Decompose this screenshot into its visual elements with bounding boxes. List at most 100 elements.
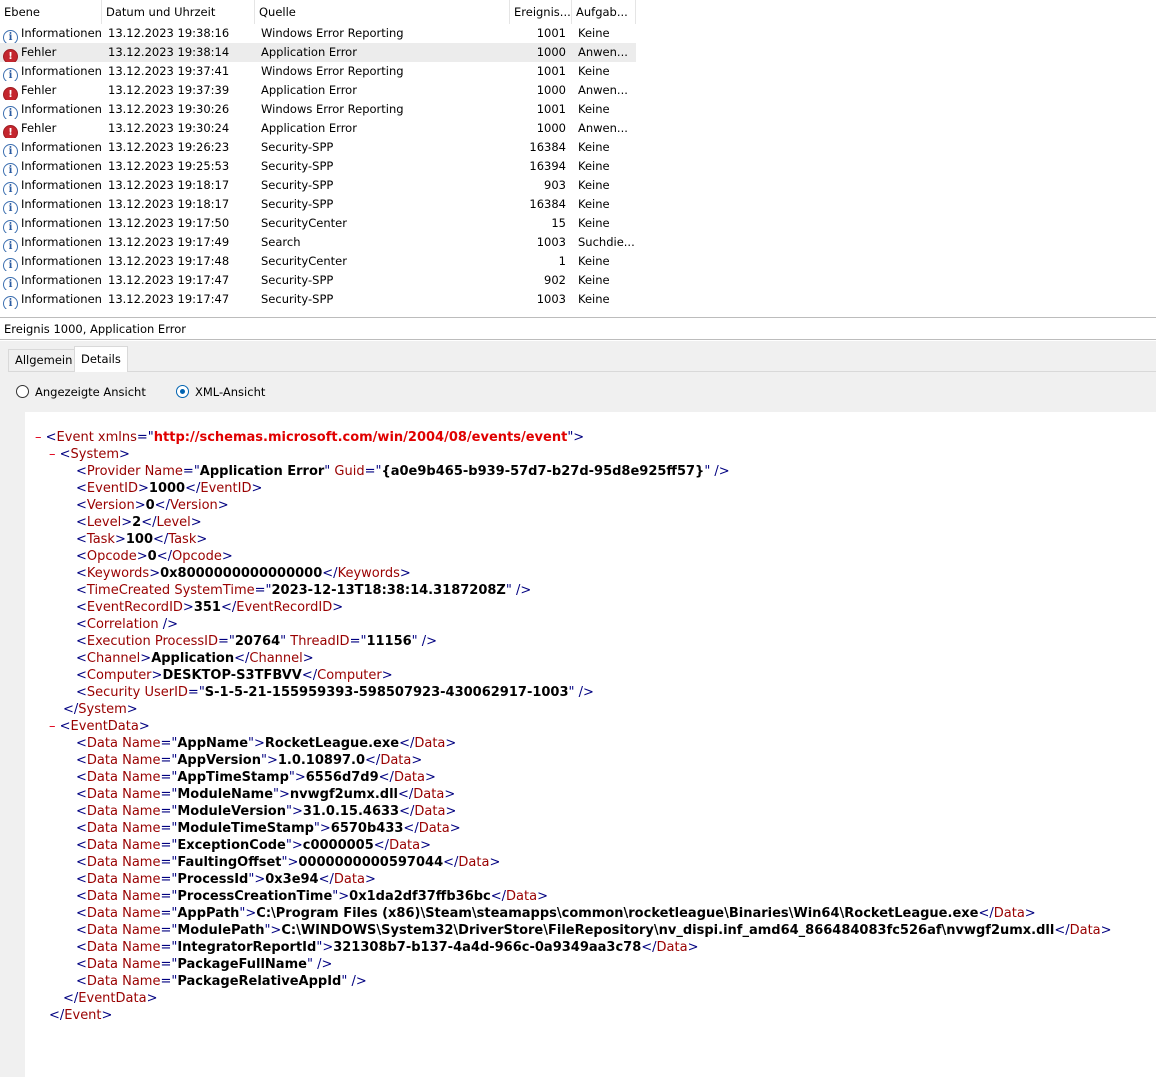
column-header-date[interactable]: Datum und Uhrzeit — [102, 0, 255, 24]
xml-token: < — [76, 515, 87, 530]
xml-token: EventID — [200, 481, 252, 496]
level-cell: i Informationen — [3, 24, 103, 43]
xml-token: > — [114, 532, 126, 547]
level-cell: i Informationen — [3, 252, 103, 271]
xml-token: </ — [234, 651, 250, 666]
table-row[interactable]: i Informationen 13.12.2023 19:26:23 Securit… — [0, 138, 636, 157]
event-id-cell: 16384 — [529, 197, 566, 211]
collapse-toggle-icon[interactable]: – — [49, 447, 60, 462]
xml-token: "> — [332, 889, 350, 904]
event-id-cell: 1 — [558, 254, 566, 268]
source-cell: Security-SPP — [261, 159, 334, 173]
event-list[interactable]: Ebene Datum und Uhrzeit Quelle Ereignis.… — [0, 0, 1156, 314]
date-cell: 13.12.2023 19:25:53 — [108, 159, 230, 173]
collapse-toggle-icon[interactable]: – — [35, 430, 46, 445]
xml-token: </ — [154, 498, 170, 513]
table-row[interactable]: ! Fehler 13.12.2023 19:30:24 Application Er… — [0, 119, 636, 138]
event-id-cell: 902 — [544, 273, 566, 287]
xml-token: Name — [122, 855, 161, 870]
table-row[interactable]: i Informationen 13.12.2023 19:37:41 Windows… — [0, 62, 636, 81]
date-cell: 13.12.2023 19:38:16 — [108, 26, 230, 40]
xml-line: <Data Name="AppName">RocketLeague.exe</D… — [76, 735, 456, 752]
table-row[interactable]: i Informationen 13.12.2023 19:30:26 Windows… — [0, 100, 636, 119]
xml-text-value: 100 — [125, 532, 154, 547]
xml-token: Opcode — [86, 549, 137, 564]
xml-token: "> — [316, 940, 334, 955]
collapse-toggle-icon[interactable]: – — [49, 719, 60, 734]
xml-view[interactable]: – <Event xmlns="http://schemas.microsoft… — [25, 412, 1156, 1077]
column-header-task[interactable]: Aufgab... — [572, 0, 636, 24]
table-row[interactable]: i Informationen 13.12.2023 19:17:47 Securit… — [0, 290, 636, 309]
level-text: Informationen — [21, 273, 102, 287]
information-icon: i — [3, 258, 18, 271]
xml-line: <Correlation /> — [76, 616, 178, 633]
xml-token: Level — [156, 515, 191, 530]
xml-token: Opcode — [171, 549, 222, 564]
event-rows: i Informationen 13.12.2023 19:38:16 Windows… — [0, 24, 636, 309]
xml-token: Task — [168, 532, 197, 547]
radio-displayed-view[interactable]: Angezeigte Ansicht — [16, 382, 146, 402]
table-row[interactable]: i Informationen 13.12.2023 19:17:48 Securit… — [0, 252, 636, 271]
table-row[interactable]: i Informationen 13.12.2023 19:17:47 Securit… — [0, 271, 636, 290]
data-name-attr: ProcessId — [177, 872, 249, 887]
level-cell: i Informationen — [3, 138, 103, 157]
date-cell: 13.12.2023 19:17:48 — [108, 254, 230, 268]
data-name-attr: AppVersion — [177, 753, 261, 768]
level-cell: i Informationen — [3, 214, 103, 233]
xml-token: Data — [413, 787, 445, 802]
error-icon: ! — [3, 125, 18, 138]
xml-token: Data — [86, 872, 123, 887]
table-row[interactable]: ! Fehler 13.12.2023 19:38:14 Application Er… — [0, 43, 636, 62]
xml-token: " /> — [704, 464, 730, 479]
column-header-source[interactable]: Quelle — [255, 0, 510, 24]
table-row[interactable]: i Informationen 13.12.2023 19:18:17 Securit… — [0, 195, 636, 214]
radio-label: Angezeigte Ansicht — [35, 385, 146, 399]
xml-token: Channel — [249, 651, 303, 666]
column-header-level[interactable]: Ebene — [0, 0, 102, 24]
xml-token: Execution — [86, 634, 155, 649]
task-cell: Keine — [578, 254, 610, 268]
radio-button-checked-icon[interactable] — [176, 385, 189, 398]
table-row[interactable]: i Informationen 13.12.2023 19:38:16 Windows… — [0, 24, 636, 43]
column-header-event-id[interactable]: Ereignis... — [510, 0, 572, 24]
xml-token: Level — [86, 515, 122, 530]
radio-button-icon[interactable] — [16, 385, 29, 398]
xml-token: EventData — [70, 719, 139, 734]
xml-token: =" — [136, 430, 154, 445]
xml-token: Data — [86, 889, 123, 904]
xml-text-value: 1000 — [148, 481, 186, 496]
xml-token: < — [59, 719, 71, 734]
xml-token: Data — [86, 855, 123, 870]
xml-token: Correlation — [86, 617, 159, 632]
xml-token: > — [190, 515, 202, 530]
task-cell: Keine — [578, 216, 610, 230]
radio-xml-view[interactable]: XML-Ansicht — [176, 382, 265, 402]
xml-token: ThreadID — [290, 634, 350, 649]
xml-line: <Data Name="IntegratorReportId">321308b7… — [76, 939, 699, 956]
data-name-attr: ModuleVersion — [177, 804, 286, 819]
tab-details[interactable]: Details — [74, 346, 128, 372]
level-cell: i Informationen — [3, 290, 103, 309]
xml-token: EventID — [86, 481, 138, 496]
xml-token: > — [687, 940, 699, 955]
source-cell: SecurityCenter — [261, 216, 347, 230]
xml-attr-value: {a0e9b465-b939-57d7-b27d-95d8e925ff57} — [381, 464, 705, 479]
table-row[interactable]: i Informationen 13.12.2023 19:17:50 Securit… — [0, 214, 636, 233]
xml-token: Data — [86, 821, 123, 836]
table-row[interactable]: i Informationen 13.12.2023 19:17:49 Search 1… — [0, 233, 636, 252]
source-cell: SecurityCenter — [261, 254, 347, 268]
xml-line: </System> — [63, 701, 138, 718]
xml-token: </ — [978, 906, 994, 921]
xml-token: < — [59, 447, 71, 462]
xml-text-value: DESKTOP-S3TFBVV — [162, 668, 302, 683]
xml-token: Event — [64, 1008, 102, 1023]
table-row[interactable]: ! Fehler 13.12.2023 19:37:39 Application Er… — [0, 81, 636, 100]
error-icon: ! — [3, 87, 18, 100]
table-row[interactable]: i Informationen 13.12.2023 19:18:17 Securit… — [0, 176, 636, 195]
table-row[interactable]: i Informationen 13.12.2023 19:25:53 Securit… — [0, 157, 636, 176]
xml-token: EventData — [78, 991, 147, 1006]
tab-allgemein[interactable]: Allgemein — [8, 349, 80, 371]
xml-token: Name — [122, 872, 161, 887]
xml-token: > — [381, 668, 393, 683]
xml-token: > — [399, 566, 411, 581]
